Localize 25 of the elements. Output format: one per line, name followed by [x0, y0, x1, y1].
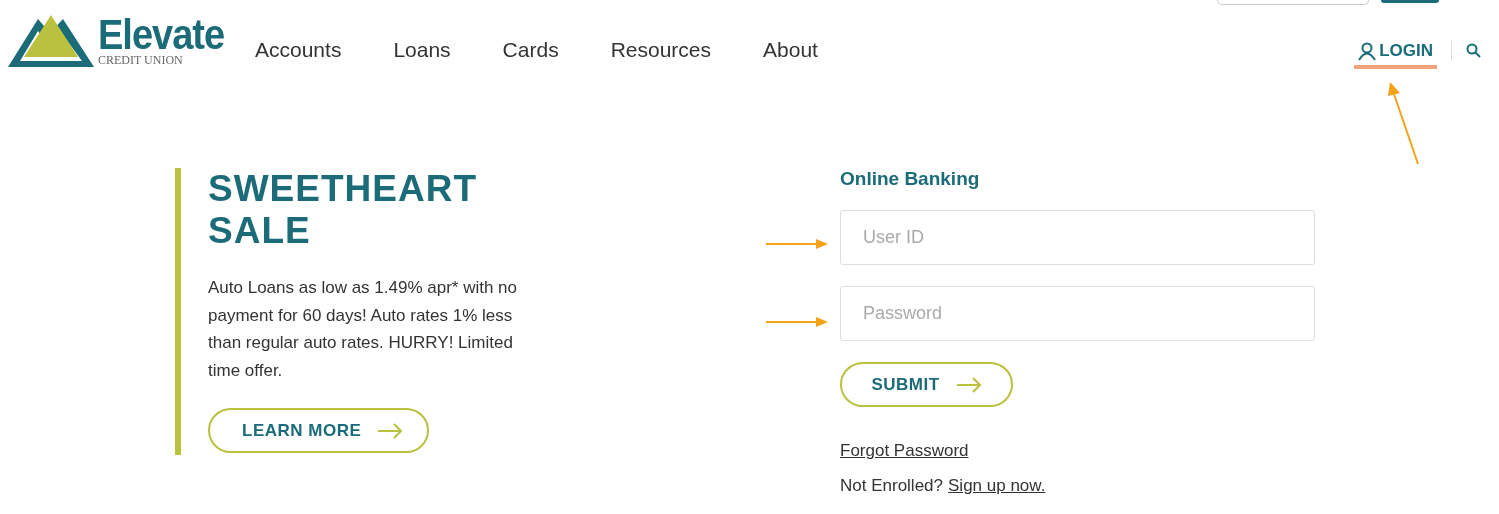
nav-link[interactable]: About [763, 38, 818, 62]
annotation-arrow [766, 238, 828, 250]
sign-up-link[interactable]: Sign up now. [948, 476, 1046, 496]
input-field[interactable]: Password [840, 286, 1315, 341]
logo[interactable]: Elevate CREDIT UNION [8, 13, 238, 69]
nav-link[interactable]: Accounts [255, 38, 342, 62]
nav-link[interactable]: Resources [610, 38, 712, 62]
forgot-password-link[interactable]: Forgot Password [840, 441, 969, 461]
search-icon[interactable] [1466, 42, 1481, 58]
login-link[interactable]: LOGIN [1354, 35, 1437, 69]
not-enrolled-text: Not Enrolled? [840, 476, 943, 496]
arrow-icon [955, 376, 982, 393]
nav-link[interactable]: Loans [393, 38, 451, 62]
learn-more-button[interactable]: LEARN MORE [208, 408, 430, 453]
user-icon [1358, 41, 1377, 61]
promo-title: SWEETHEART SALE [208, 168, 478, 252]
form-title: Online Banking [840, 168, 981, 190]
input-field[interactable]: User ID [840, 210, 1315, 265]
top-pill-button[interactable] [1381, 0, 1439, 3]
arrow-icon [377, 422, 404, 439]
submit-button[interactable]: SUBMIT [840, 362, 1013, 407]
mountain-logo-icon [8, 13, 94, 69]
promo-text: Auto Loans as low as 1.49% apr* with no payment for 60 days! Auto rates 1% less than regular auto rates. HURRY! Limited time offer. [208, 277, 519, 382]
nav-link[interactable]: Cards [502, 38, 559, 62]
annotation-arrow [766, 316, 828, 328]
